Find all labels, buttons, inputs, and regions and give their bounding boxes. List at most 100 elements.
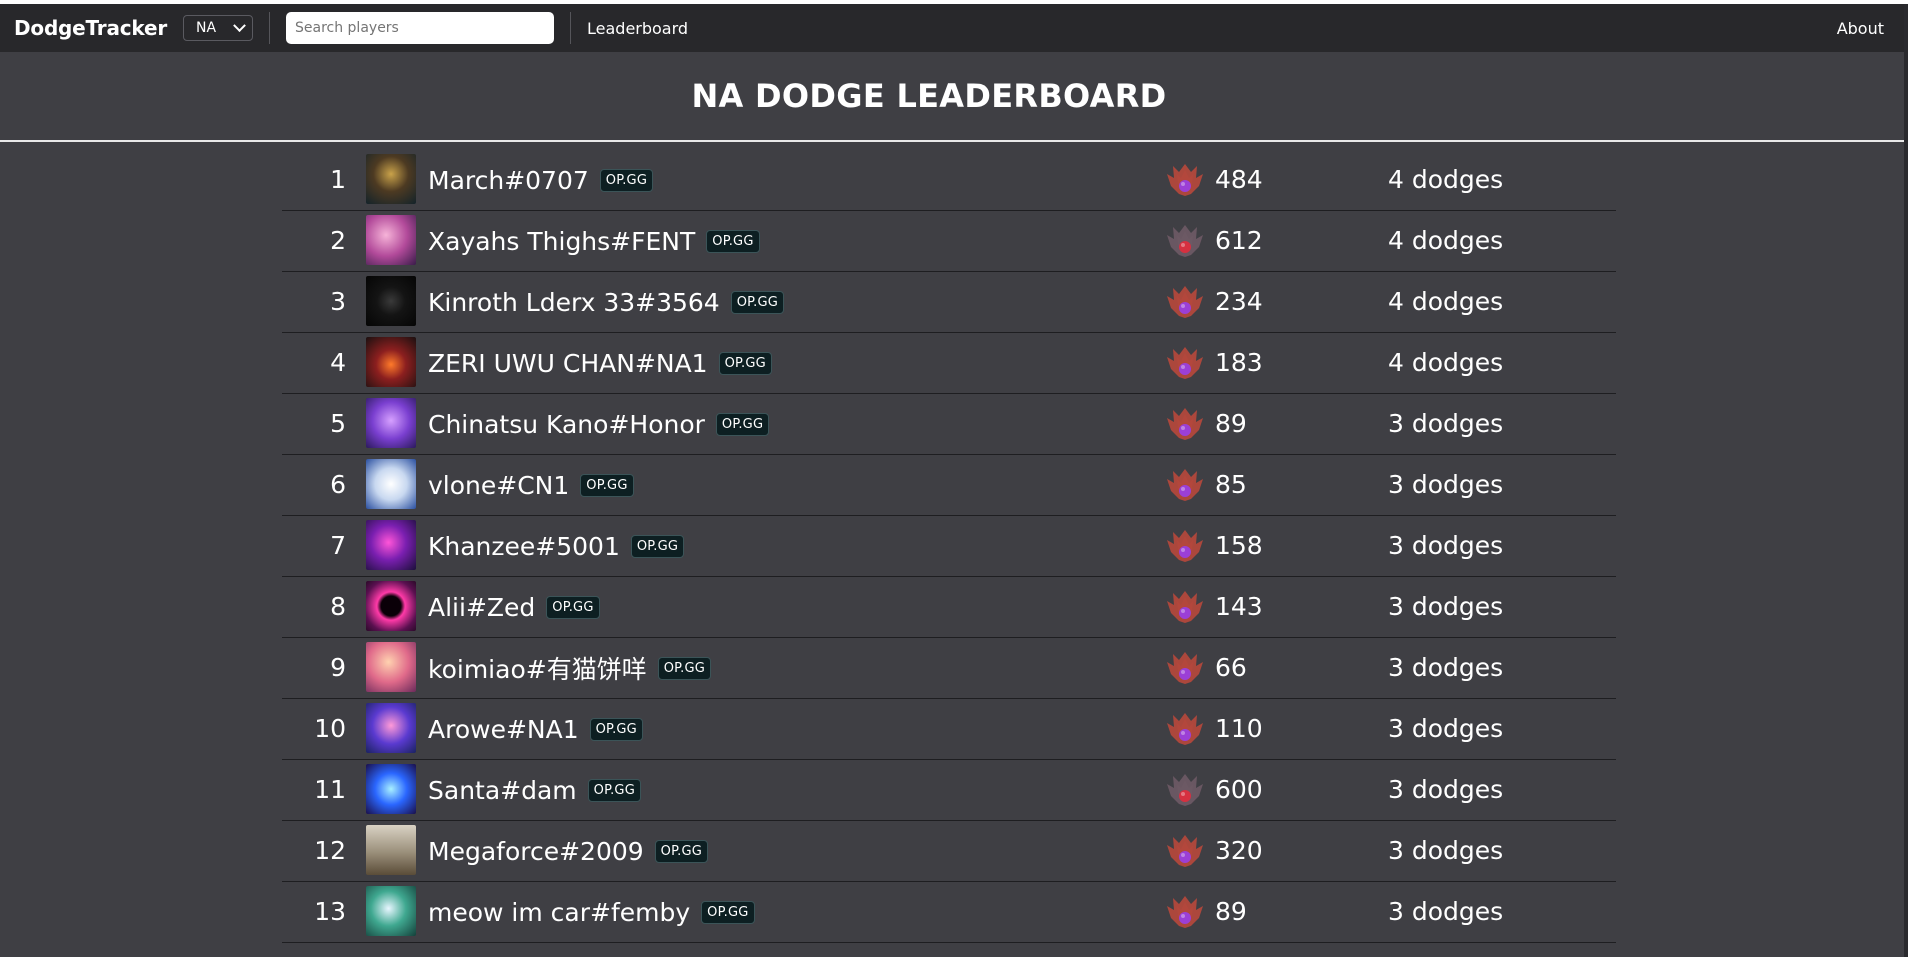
- dodge-count: 3 dodges: [1388, 470, 1504, 499]
- player-name-link[interactable]: Xayahs Thighs#FENT: [428, 227, 695, 256]
- dodge-count: 3 dodges: [1388, 836, 1504, 865]
- opgg-button[interactable]: OP.GG: [715, 412, 770, 436]
- opgg-button[interactable]: OP.GG: [589, 717, 643, 741]
- rank-number: 12: [314, 836, 346, 865]
- player-name-cell: ZERI UWU CHAN#NA1 OP.GG: [428, 333, 772, 393]
- dodge-count: 3 dodges: [1388, 714, 1504, 743]
- player-name-link[interactable]: Chinatsu Kano#Honor: [428, 410, 705, 439]
- player-name-link[interactable]: Khanzee#5001: [428, 532, 620, 561]
- lp-value: 89: [1215, 897, 1247, 926]
- lp-value: 612: [1215, 226, 1263, 255]
- opgg-button[interactable]: OP.GG: [654, 839, 708, 863]
- player-name-link[interactable]: ZERI UWU CHAN#NA1: [428, 349, 708, 378]
- player-name-cell: Santa#dam OP.GG: [428, 760, 641, 820]
- lp-value: 143: [1215, 592, 1263, 621]
- rank-number: 4: [330, 348, 346, 377]
- player-name-link[interactable]: Santa#dam: [428, 776, 577, 805]
- table-row: 5 Chinatsu Kano#Honor OP.GG 89 3 dodges: [282, 394, 1616, 455]
- search-input[interactable]: Search players: [286, 12, 554, 44]
- champion-portrait-icon: [366, 398, 416, 448]
- player-name-cell: Megaforce#2009 OP.GG: [428, 821, 708, 881]
- lp-value: 484: [1215, 165, 1263, 194]
- rank-number: 5: [330, 409, 346, 438]
- dodge-count: 3 dodges: [1388, 775, 1504, 804]
- grandmaster-rank-icon: [1165, 223, 1205, 259]
- helmet-portrait-icon: [366, 276, 416, 326]
- opgg-button[interactable]: OP.GG: [718, 351, 772, 375]
- opgg-button[interactable]: OP.GG: [701, 900, 755, 924]
- lp-value: 89: [1215, 409, 1247, 438]
- lp-value: 320: [1215, 836, 1263, 865]
- player-name-link[interactable]: Megaforce#2009: [428, 837, 644, 866]
- page-title: NA DODGE LEADERBOARD: [691, 77, 1167, 115]
- player-name-link[interactable]: March#0707: [428, 166, 589, 195]
- table-row: 11 Santa#dam OP.GG 600 3 dodges: [282, 760, 1616, 821]
- dodge-count: 4 dodges: [1388, 226, 1504, 255]
- table-row: 12 Megaforce#2009 OP.GG 320 3 dodges: [282, 821, 1616, 882]
- nav-divider: [269, 12, 270, 44]
- rank-number: 10: [314, 714, 346, 743]
- player-name-link[interactable]: Arowe#NA1: [428, 715, 579, 744]
- master-rank-icon: [1165, 711, 1205, 747]
- table-row: 1 March#0707 OP.GG 484 4 dodges: [282, 150, 1616, 211]
- player-name-cell: Khanzee#5001 OP.GG: [428, 516, 685, 576]
- player-name-cell: March#0707 OP.GG: [428, 150, 654, 210]
- master-rank-icon: [1165, 284, 1205, 320]
- lp-value: 66: [1215, 653, 1247, 682]
- master-rank-icon: [1165, 894, 1205, 930]
- opgg-button[interactable]: OP.GG: [706, 229, 760, 253]
- player-name-link[interactable]: vlone#CN1: [428, 471, 569, 500]
- opgg-button[interactable]: OP.GG: [587, 778, 641, 802]
- rank-number: 13: [314, 897, 346, 926]
- scrollbar[interactable]: [1904, 4, 1908, 957]
- leaderboard-table: 1 March#0707 OP.GG 484 4 dodges 2 Xayahs Thigh…: [282, 150, 1616, 943]
- brand-logo[interactable]: DodgeTracker: [14, 16, 167, 40]
- region-select[interactable]: NA: [183, 15, 253, 41]
- nav-divider: [570, 12, 571, 44]
- player-name-cell: Alii#Zed OP.GG: [428, 577, 600, 637]
- chevron-down-icon: [233, 18, 246, 32]
- nav-link-about[interactable]: About: [1837, 4, 1884, 52]
- table-row: 9 koimiao#有猫饼咩 OP.GG 66 3 dodges: [282, 638, 1616, 699]
- opgg-button[interactable]: OP.GG: [657, 656, 712, 680]
- grandmaster-rank-icon: [1165, 772, 1205, 808]
- bear-portrait-icon: [366, 459, 416, 509]
- master-rank-icon: [1165, 467, 1205, 503]
- opgg-button[interactable]: OP.GG: [580, 473, 634, 497]
- player-name-link[interactable]: Alii#Zed: [428, 593, 535, 622]
- dodge-count: 3 dodges: [1388, 409, 1504, 438]
- opgg-button[interactable]: OP.GG: [599, 168, 654, 192]
- player-name-cell: koimiao#有猫饼咩 OP.GG: [428, 638, 712, 698]
- champion-portrait-icon: [366, 520, 416, 570]
- dodge-count: 4 dodges: [1388, 165, 1504, 194]
- player-name-cell: vlone#CN1 OP.GG: [428, 455, 634, 515]
- player-name-link[interactable]: Kinroth Lderx 33#3564: [428, 288, 720, 317]
- champion-portrait-icon: [366, 215, 416, 265]
- player-name-link[interactable]: meow im car#femby: [428, 898, 690, 927]
- lp-value: 234: [1215, 287, 1263, 316]
- region-select-value: NA: [196, 20, 217, 36]
- trophy-portrait-icon: [366, 825, 416, 875]
- champion-portrait-icon: [366, 886, 416, 936]
- table-row: 13 meow im car#femby OP.GG 89 3 dodges: [282, 882, 1616, 943]
- table-row: 3 Kinroth Lderx 33#3564 OP.GG 234 4 dodges: [282, 272, 1616, 333]
- opgg-button[interactable]: OP.GG: [730, 290, 785, 314]
- table-row: 2 Xayahs Thighs#FENT OP.GG 612 4 dodges: [282, 211, 1616, 272]
- flame-portrait-icon: [366, 337, 416, 387]
- opgg-button[interactable]: OP.GG: [630, 534, 685, 558]
- opgg-button[interactable]: OP.GG: [546, 595, 600, 619]
- nav-link-leaderboard[interactable]: Leaderboard: [587, 19, 688, 38]
- player-name-cell: meow im car#femby OP.GG: [428, 882, 755, 942]
- player-name-link[interactable]: koimiao#有猫饼咩: [428, 650, 647, 686]
- dodge-count: 3 dodges: [1388, 897, 1504, 926]
- player-name-cell: Arowe#NA1 OP.GG: [428, 699, 643, 759]
- master-rank-icon: [1165, 162, 1205, 198]
- champion-portrait-icon: [366, 703, 416, 753]
- master-rank-icon: [1165, 650, 1205, 686]
- lp-value: 158: [1215, 531, 1263, 560]
- dodge-count: 3 dodges: [1388, 653, 1504, 682]
- player-name-cell: Kinroth Lderx 33#3564 OP.GG: [428, 272, 785, 332]
- champion-portrait-icon: [366, 642, 416, 692]
- lp-value: 85: [1215, 470, 1247, 499]
- dodge-count: 4 dodges: [1388, 287, 1504, 316]
